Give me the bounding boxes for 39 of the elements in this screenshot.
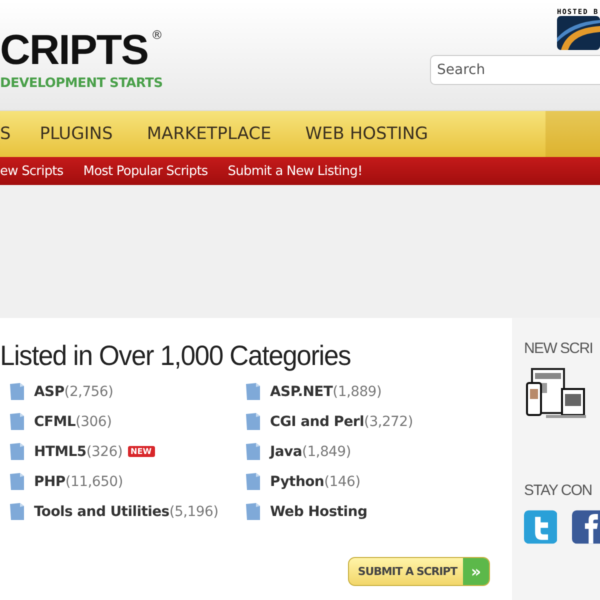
nav-link[interactable]: WEB HOSTING (305, 124, 428, 144)
document-icon (10, 413, 24, 430)
document-icon (10, 473, 24, 490)
category-link[interactable]: ASP(2,756) (34, 384, 114, 400)
document-icon (246, 383, 260, 400)
category-link[interactable]: Tools and Utilities(5,196) (34, 504, 218, 520)
subnav-link[interactable]: ew Scripts (0, 164, 64, 178)
subnav-link[interactable]: Submit a New Listing! (228, 164, 362, 178)
nav-link[interactable]: PLUGINS (40, 124, 113, 144)
sidebar-heading: STAY CON (524, 482, 593, 499)
host-logo-icon[interactable] (557, 16, 600, 50)
document-icon (246, 443, 260, 460)
tagline: DEVELOPMENT STARTS (0, 76, 164, 91)
nav-link[interactable]: MARKETPLACE (146, 124, 272, 144)
logo-text[interactable]: CRIPTS (0, 28, 148, 72)
category-link[interactable]: Java(1,849) (270, 444, 351, 460)
sidebar-heading: NEW SCRI (524, 340, 594, 357)
section-heading: Listed in Over 1,000 Categories (0, 340, 352, 372)
document-icon (10, 503, 24, 520)
category-link[interactable]: Web Hosting (270, 504, 368, 520)
document-icon (246, 503, 260, 520)
document-icon (10, 383, 24, 400)
nav-link[interactable]: S (0, 124, 11, 144)
category-link[interactable]: PHP(11,650) (34, 474, 123, 490)
twitter-icon[interactable] (524, 509, 558, 545)
category-link[interactable]: Python(146) (270, 474, 360, 490)
category-link[interactable]: HTML5(326) (34, 444, 123, 460)
subnav-link[interactable]: Most Popular Scripts (83, 164, 208, 178)
document-icon (10, 443, 24, 460)
new-badge: NEW (128, 446, 155, 457)
category-link[interactable]: ASP.NET(1,889) (270, 384, 382, 400)
document-icon (246, 413, 260, 430)
facebook-icon[interactable] (572, 509, 600, 545)
category-link[interactable]: CFML(306) (34, 414, 112, 430)
registered-mark: ® (151, 28, 164, 42)
document-icon (246, 473, 260, 490)
search-field[interactable]: Search (430, 55, 600, 85)
submit-script-button[interactable]: SUBMIT A SCRIPT » (348, 557, 490, 586)
category-link[interactable]: CGI and Perl(3,272) (270, 414, 413, 430)
